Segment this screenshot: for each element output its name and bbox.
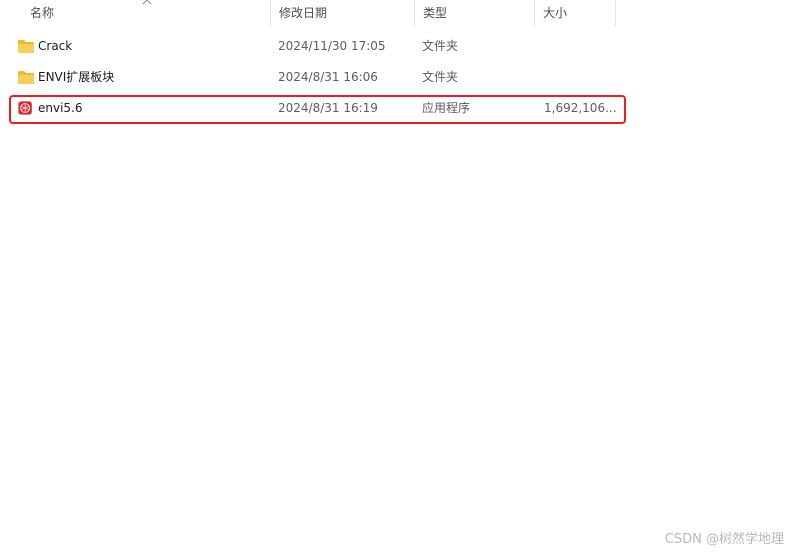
column-header-bar: 名称 修改日期 类型 大小 <box>0 0 792 27</box>
file-date-modified: 2024/8/31 16:19 <box>278 101 378 115</box>
folder-icon <box>18 40 34 53</box>
column-header-type[interactable]: 类型 <box>414 0 536 27</box>
file-size <box>544 31 620 62</box>
file-name: envi5.6 <box>38 101 83 115</box>
folder-icon <box>18 71 34 84</box>
envi-app-icon <box>18 101 32 115</box>
file-row-envi-app[interactable]: envi5.6 2024/8/31 16:19 应用程序 1,692,106..… <box>10 93 626 124</box>
file-date-modified: 2024/11/30 17:05 <box>278 39 386 53</box>
file-type: 应用程序 <box>422 101 471 115</box>
file-date-modified: 2024/8/31 16:06 <box>278 70 378 84</box>
file-size <box>544 62 620 93</box>
file-row-crack[interactable]: Crack 2024/11/30 17:05 文件夹 <box>10 31 626 62</box>
column-header-size[interactable]: 大小 <box>534 0 616 27</box>
column-header-name[interactable]: 名称 <box>22 0 272 27</box>
file-size: 1,692,106... <box>544 101 617 115</box>
watermark: CSDN @树然学地理 <box>664 532 784 547</box>
file-type: 文件夹 <box>422 39 459 53</box>
file-name: ENVI扩展板块 <box>38 70 115 84</box>
file-type: 文件夹 <box>422 70 459 84</box>
file-name: Crack <box>38 39 73 53</box>
column-header-date-modified[interactable]: 修改日期 <box>270 0 416 27</box>
file-row-envi-extension[interactable]: ENVI扩展板块 2024/8/31 16:06 文件夹 <box>10 62 626 93</box>
